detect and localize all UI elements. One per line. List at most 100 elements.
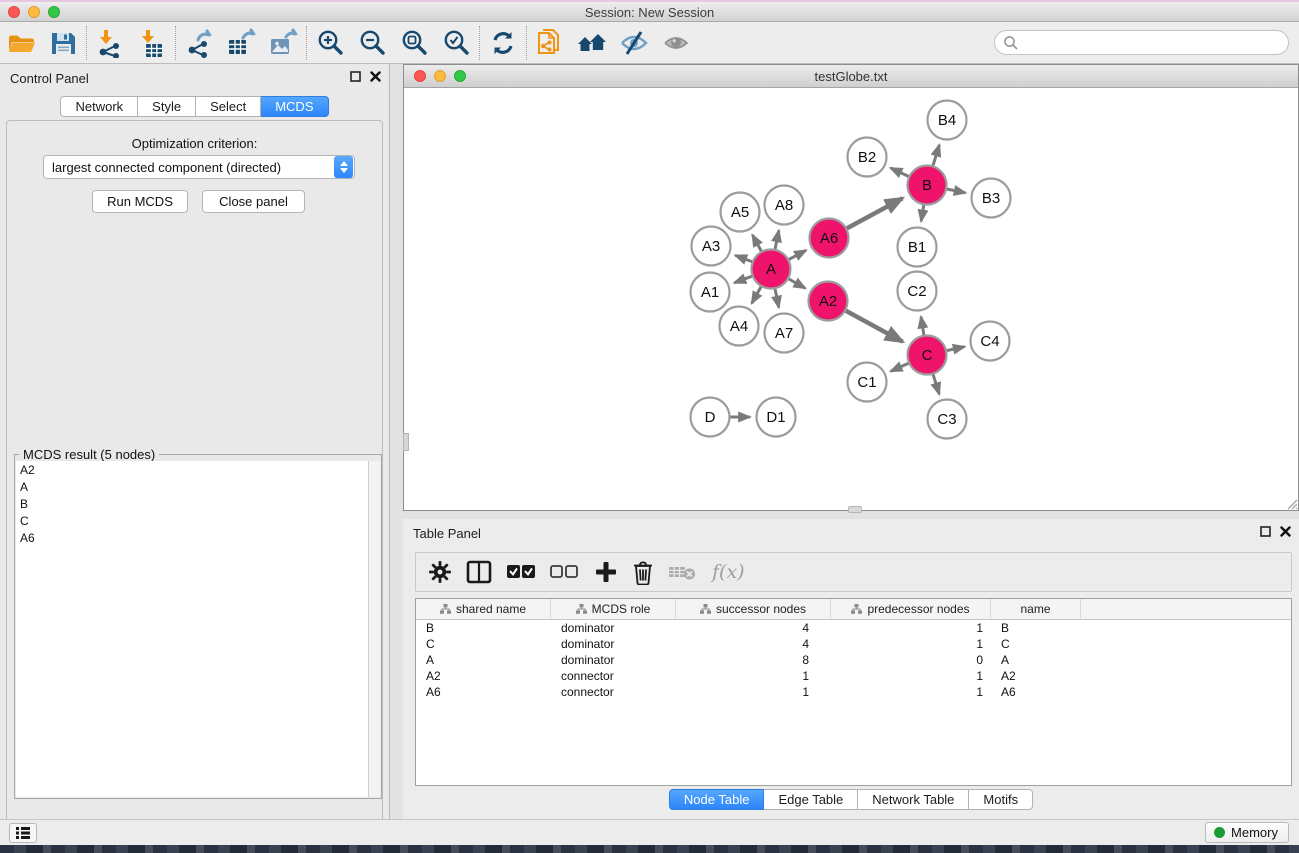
table-header-row[interactable]: shared nameMCDS rolesuccessor nodesprede… — [416, 599, 1291, 620]
table-cell[interactable]: B — [991, 621, 1081, 635]
table-cell[interactable]: C — [416, 637, 551, 651]
mcds-result-list[interactable]: A2ABCA6 — [16, 461, 369, 797]
table-cell[interactable]: B — [416, 621, 551, 635]
run-mcds-button[interactable]: Run MCDS — [92, 190, 188, 213]
export-image-icon[interactable] — [262, 25, 304, 61]
result-list-item[interactable]: A2 — [16, 461, 368, 478]
tab-node-table[interactable]: Node Table — [669, 789, 765, 810]
memory-status-icon — [1214, 827, 1225, 838]
table-cell[interactable]: A2 — [416, 669, 551, 683]
gear-icon[interactable] — [428, 560, 452, 584]
export-network-icon[interactable] — [178, 25, 220, 61]
task-history-button[interactable] — [9, 823, 37, 843]
table-cell[interactable]: connector — [551, 685, 676, 699]
home-icon[interactable] — [571, 25, 613, 61]
table-cell[interactable]: A — [991, 653, 1081, 667]
table-row[interactable]: Adominator80A — [416, 652, 1291, 668]
table-cell[interactable]: dominator — [551, 653, 676, 667]
search-input[interactable] — [1019, 33, 1288, 53]
float-panel-icon[interactable] — [350, 71, 361, 82]
table-cell[interactable]: A — [416, 653, 551, 667]
select-all-columns-icon[interactable] — [506, 563, 536, 581]
node-table[interactable]: shared nameMCDS rolesuccessor nodesprede… — [415, 598, 1292, 786]
search-field[interactable] — [994, 30, 1289, 55]
zoom-fit-icon[interactable] — [393, 25, 435, 61]
table-tabs: Node Table Edge Table Network Table Moti… — [403, 789, 1299, 810]
table-cell[interactable]: 0 — [831, 653, 991, 667]
table-cell[interactable]: dominator — [551, 637, 676, 651]
column-header-name[interactable]: name — [991, 599, 1081, 619]
table-row[interactable]: Cdominator41C — [416, 636, 1291, 652]
table-cell[interactable]: 1 — [831, 669, 991, 683]
tab-motifs[interactable]: Motifs — [969, 789, 1033, 810]
save-session-icon[interactable] — [42, 25, 84, 61]
table-cell[interactable]: C — [991, 637, 1081, 651]
table-cell[interactable]: 4 — [676, 621, 831, 635]
close-panel-icon[interactable] — [370, 71, 381, 82]
close-panel-button[interactable]: Close panel — [202, 190, 305, 213]
result-list-item[interactable]: A — [16, 478, 368, 495]
optimization-criterion-select[interactable]: largest connected component (directed) — [43, 155, 355, 179]
tab-mcds[interactable]: MCDS — [261, 96, 328, 117]
table-cell[interactable]: A6 — [416, 685, 551, 699]
table-cell[interactable]: 8 — [676, 653, 831, 667]
close-table-panel-icon[interactable] — [1280, 526, 1291, 537]
table-cell[interactable]: 1 — [831, 685, 991, 699]
float-table-panel-icon[interactable] — [1260, 526, 1271, 537]
result-list-item[interactable]: A6 — [16, 529, 368, 546]
hide-panel-eye-slash-icon[interactable] — [613, 25, 655, 61]
table-cell[interactable]: A2 — [991, 669, 1081, 683]
result-list-scrollbar[interactable] — [369, 461, 380, 797]
network-view-window: testGlobe.txt B4B2BB3A8A5A6A3B1AC2A1A2A4… — [403, 64, 1299, 511]
panel-splitter-grip[interactable] — [403, 433, 409, 451]
control-panel-tabs: Network Style Select MCDS — [0, 96, 389, 117]
open-folder-icon[interactable] — [0, 25, 42, 61]
table-cell[interactable]: dominator — [551, 621, 676, 635]
delete-table-icon[interactable] — [668, 562, 698, 582]
import-table-icon[interactable] — [131, 25, 173, 61]
table-cell[interactable]: 1 — [676, 685, 831, 699]
table-row[interactable]: A2connector11A2 — [416, 668, 1291, 684]
tab-style[interactable]: Style — [138, 96, 196, 117]
add-column-icon[interactable] — [594, 560, 618, 584]
tab-edge-table[interactable]: Edge Table — [764, 789, 858, 810]
column-header-successor-nodes[interactable]: successor nodes — [676, 599, 831, 619]
table-cell[interactable]: 1 — [831, 637, 991, 651]
tab-network[interactable]: Network — [60, 96, 138, 117]
table-cell[interactable]: 1 — [676, 669, 831, 683]
new-network-from-file-icon[interactable] — [529, 25, 571, 61]
deselect-all-columns-icon[interactable] — [550, 563, 580, 581]
tab-select[interactable]: Select — [196, 96, 261, 117]
zoom-out-icon[interactable] — [351, 25, 393, 61]
column-header-MCDS-role[interactable]: MCDS role — [551, 599, 676, 619]
network-window-titlebar[interactable]: testGlobe.txt — [404, 65, 1298, 88]
table-cell[interactable]: A6 — [991, 685, 1081, 699]
delete-column-icon[interactable] — [632, 560, 654, 585]
table-row[interactable]: Bdominator41B — [416, 620, 1291, 636]
import-network-icon[interactable] — [89, 25, 131, 61]
network-graph-canvas[interactable]: B4B2BB3A8A5A6A3B1AC2A1A2A4A7C4CC1C3DD1 — [404, 88, 1298, 510]
panel-splitter-grip[interactable] — [848, 506, 862, 513]
mcds-result-title: MCDS result (5 nodes) — [19, 447, 159, 462]
function-builder-icon[interactable]: f(x) — [712, 561, 745, 583]
table-cell[interactable]: 4 — [676, 637, 831, 651]
control-panel-title: Control Panel — [10, 71, 89, 86]
show-panel-eye-icon[interactable] — [655, 25, 697, 61]
export-table-icon[interactable] — [220, 25, 262, 61]
refresh-icon[interactable] — [482, 25, 524, 61]
result-list-item[interactable]: C — [16, 512, 368, 529]
table-cell[interactable]: connector — [551, 669, 676, 683]
column-header-shared-name[interactable]: shared name — [416, 599, 551, 619]
zoom-selected-icon[interactable] — [435, 25, 477, 61]
zoom-in-icon[interactable] — [309, 25, 351, 61]
table-row[interactable]: A6connector11A6 — [416, 684, 1291, 700]
tab-network-table[interactable]: Network Table — [858, 789, 969, 810]
split-columns-icon[interactable] — [466, 560, 492, 584]
window-resize-grip[interactable] — [1286, 498, 1298, 510]
toolbar-separator — [175, 26, 176, 60]
result-list-item[interactable]: B — [16, 495, 368, 512]
table-cell[interactable]: 1 — [831, 621, 991, 635]
column-header-predecessor-nodes[interactable]: predecessor nodes — [831, 599, 991, 619]
graph-node-label-B: B — [922, 177, 932, 194]
memory-button[interactable]: Memory — [1205, 822, 1289, 843]
